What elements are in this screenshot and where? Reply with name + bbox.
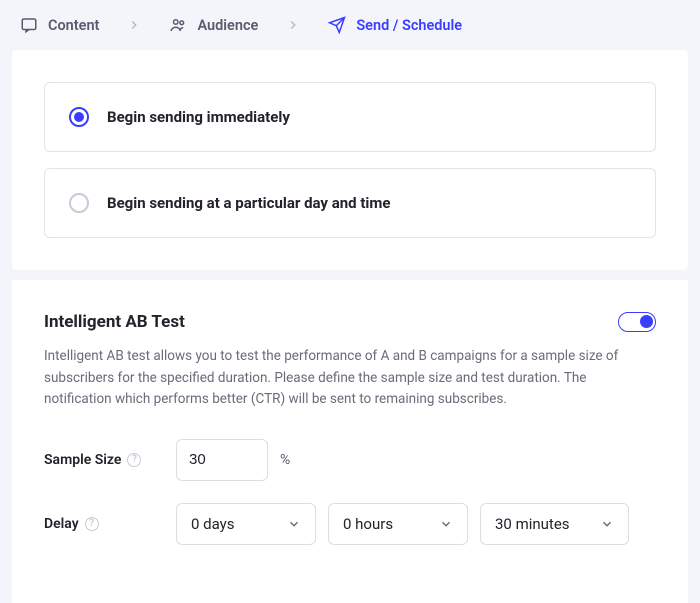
breadcrumb-content[interactable]: Content: [20, 16, 99, 34]
option-send-scheduled[interactable]: Begin sending at a particular day and ti…: [44, 168, 656, 238]
radio-unchecked-icon: [69, 193, 89, 213]
chevron-down-icon: [439, 517, 453, 531]
schedule-card: Begin sending immediately Begin sending …: [12, 50, 688, 270]
select-value: 30 minutes: [495, 515, 570, 533]
chevron-down-icon: [287, 517, 301, 531]
ab-test-title: Intelligent AB Test: [44, 312, 185, 332]
breadcrumb-send-schedule[interactable]: Send / Schedule: [328, 16, 462, 34]
option-label: Begin sending immediately: [107, 108, 290, 126]
breadcrumb-send-label: Send / Schedule: [356, 17, 462, 34]
help-icon[interactable]: ?: [85, 517, 99, 531]
sample-size-unit: %: [280, 452, 290, 468]
delay-days-select[interactable]: 0 days: [176, 503, 316, 545]
select-value: 0 days: [191, 515, 235, 533]
help-icon[interactable]: ?: [127, 453, 141, 467]
delay-minutes-select[interactable]: 30 minutes: [480, 503, 629, 545]
option-label: Begin sending at a particular day and ti…: [107, 194, 390, 212]
breadcrumb-audience-label: Audience: [197, 17, 258, 34]
breadcrumb: Content Audience Send / Schedule: [0, 0, 700, 50]
option-send-immediately[interactable]: Begin sending immediately: [44, 82, 656, 152]
chevron-right-icon: [286, 18, 300, 32]
breadcrumb-content-label: Content: [48, 17, 99, 34]
select-value: 0 hours: [343, 515, 393, 533]
sample-size-input[interactable]: [176, 439, 268, 481]
delay-label: Delay ?: [44, 516, 164, 532]
ab-test-toggle[interactable]: [618, 312, 656, 332]
radio-checked-icon: [69, 107, 89, 127]
ab-test-card: Intelligent AB Test Intelligent AB test …: [12, 280, 688, 603]
ab-test-description: Intelligent AB test allows you to test t…: [44, 346, 656, 411]
content-icon: [20, 16, 38, 34]
audience-icon: [169, 16, 187, 34]
sample-size-row: Sample Size ? %: [44, 439, 656, 481]
sample-size-label: Sample Size ?: [44, 452, 164, 468]
chevron-right-icon: [127, 18, 141, 32]
chevron-down-icon: [600, 517, 614, 531]
delay-row: Delay ? 0 days 0 hours 30 minutes: [44, 503, 656, 545]
section-header: Intelligent AB Test: [44, 312, 656, 332]
breadcrumb-audience[interactable]: Audience: [169, 16, 258, 34]
delay-hours-select[interactable]: 0 hours: [328, 503, 468, 545]
send-icon: [328, 16, 346, 34]
